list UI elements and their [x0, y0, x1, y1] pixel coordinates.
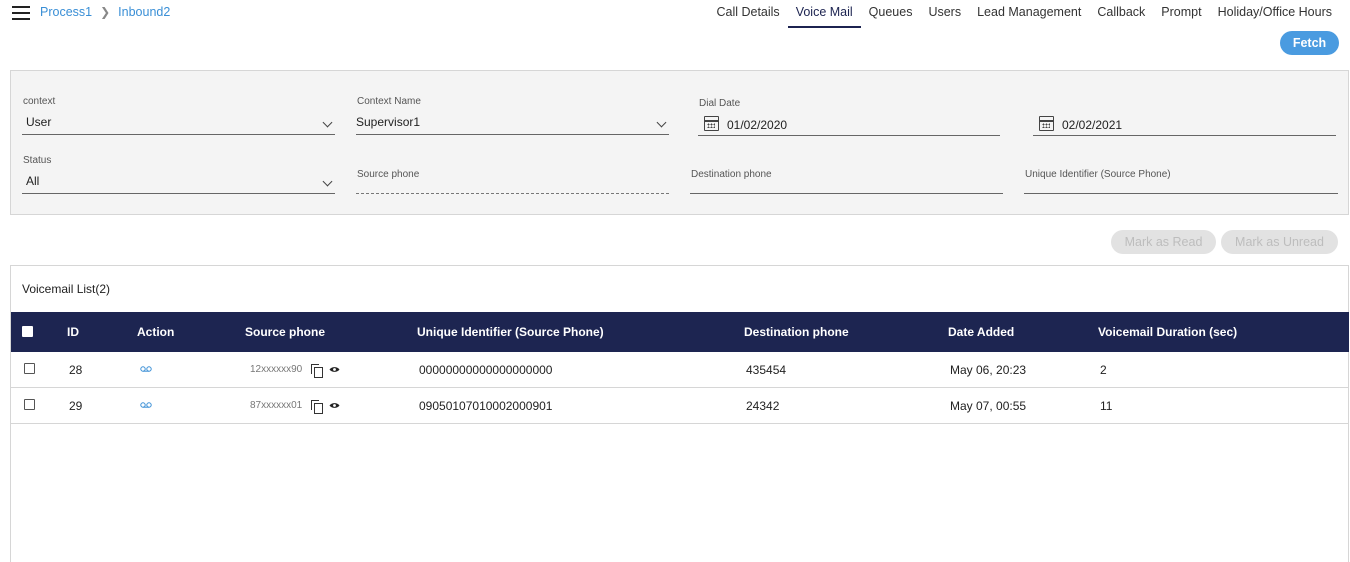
chevron-down-icon [322, 117, 333, 128]
tab-prompt[interactable]: Prompt [1153, 0, 1209, 28]
fetch-button[interactable]: Fetch [1280, 31, 1339, 55]
unique-id-cell: 09050107010002000901 [419, 399, 553, 413]
chevron-right-icon: ❯ [100, 5, 111, 19]
chevron-down-icon [322, 176, 333, 187]
tab-call-details[interactable]: Call Details [708, 0, 787, 28]
unique-identifier-input[interactable]: Unique Identifier (Source Phone) [1024, 154, 1338, 196]
column-header: Source phone [245, 325, 326, 339]
dial-date-to-value: 02/02/2021 [1062, 118, 1123, 132]
tab-voice-mail[interactable]: Voice Mail [787, 0, 861, 28]
status-select[interactable]: Status All [22, 154, 335, 196]
table-row: 28 12xxxxxx90 00000000000000000000 43545… [11, 352, 1349, 388]
column-header: Action [137, 325, 175, 339]
unique-identifier-placeholder: Unique Identifier (Source Phone) [1025, 169, 1171, 180]
context-name-label: Context Name [357, 96, 421, 107]
tab-queues[interactable]: Queues [861, 0, 921, 28]
destination-phone-placeholder: Destination phone [691, 169, 772, 180]
context-label: context [23, 96, 56, 107]
table-row: 29 87xxxxxx01 09050107010002000901 24342… [11, 388, 1349, 424]
mark-as-unread-button[interactable]: Mark as Unread [1221, 230, 1338, 254]
tab-callback[interactable]: Callback [1089, 0, 1153, 28]
top-nav: Call Details Voice Mail Queues Users Lea… [708, 0, 1340, 28]
filter-panel: context User Context Name Supervisor1 Di… [10, 70, 1349, 215]
context-value: User [26, 115, 52, 129]
eye-icon[interactable] [329, 402, 340, 409]
breadcrumb-process[interactable]: Process1 [40, 5, 92, 19]
copy-icon[interactable] [311, 364, 323, 378]
calendar-icon[interactable] [704, 116, 719, 131]
dial-date-label: Dial Date [699, 98, 741, 109]
unique-id-cell: 00000000000000000000 [419, 363, 553, 377]
voicemail-list: Voicemail List(2) ID Action Source phone… [10, 265, 1349, 562]
voicemail-icon[interactable] [140, 366, 152, 372]
source-phone-input[interactable]: Source phone [356, 154, 669, 196]
table-header: ID Action Source phone Unique Identifier… [11, 312, 1349, 352]
date-added-cell: May 06, 20:23 [950, 363, 1027, 377]
select-all-checkbox[interactable] [22, 326, 33, 337]
dial-date-from-field[interactable]: Dial Date 01/02/2020 [698, 97, 1000, 137]
id-cell: 28 [69, 363, 83, 377]
chevron-down-icon [656, 117, 667, 128]
breadcrumb-inbound[interactable]: Inbound2 [118, 5, 170, 19]
source-phone-cell: 12xxxxxx90 [250, 364, 303, 375]
copy-icon[interactable] [311, 400, 323, 414]
status-label: Status [23, 155, 52, 166]
context-name-select[interactable]: Context Name Supervisor1 [356, 95, 669, 137]
dial-date-from-value: 01/02/2020 [727, 118, 788, 132]
destination-phone-cell: 24342 [746, 399, 780, 413]
mark-as-read-button[interactable]: Mark as Read [1111, 230, 1216, 254]
menu-icon[interactable] [12, 6, 30, 20]
context-select[interactable]: context User [22, 95, 335, 137]
status-value: All [26, 174, 40, 188]
column-header: Destination phone [744, 325, 849, 339]
tab-holiday-office-hours[interactable]: Holiday/Office Hours [1210, 0, 1340, 28]
column-header: ID [67, 325, 79, 339]
voicemail-icon[interactable] [140, 402, 152, 408]
context-name-value: Supervisor1 [356, 115, 421, 129]
column-header: Date Added [948, 325, 1015, 339]
row-checkbox[interactable] [24, 363, 35, 374]
duration-cell: 2 [1100, 363, 1107, 377]
column-header: Unique Identifier (Source Phone) [417, 325, 604, 339]
breadcrumb: Process1 ❯ Inbound2 [40, 5, 170, 19]
date-added-cell: May 07, 00:55 [950, 399, 1027, 413]
tab-lead-management[interactable]: Lead Management [969, 0, 1089, 28]
destination-phone-input[interactable]: Destination phone [690, 154, 1003, 196]
id-cell: 29 [69, 399, 83, 413]
eye-icon[interactable] [329, 366, 340, 373]
duration-cell: 11 [1100, 399, 1113, 413]
list-title: Voicemail List(2) [22, 282, 111, 296]
row-checkbox[interactable] [24, 399, 35, 410]
source-phone-cell: 87xxxxxx01 [250, 400, 303, 411]
tab-users[interactable]: Users [920, 0, 969, 28]
calendar-icon[interactable] [1039, 116, 1054, 131]
destination-phone-cell: 435454 [746, 363, 787, 377]
source-phone-placeholder: Source phone [357, 169, 420, 180]
column-header: Voicemail Duration (sec) [1098, 325, 1238, 339]
dial-date-to-field[interactable]: 02/02/2021 [1033, 97, 1336, 137]
